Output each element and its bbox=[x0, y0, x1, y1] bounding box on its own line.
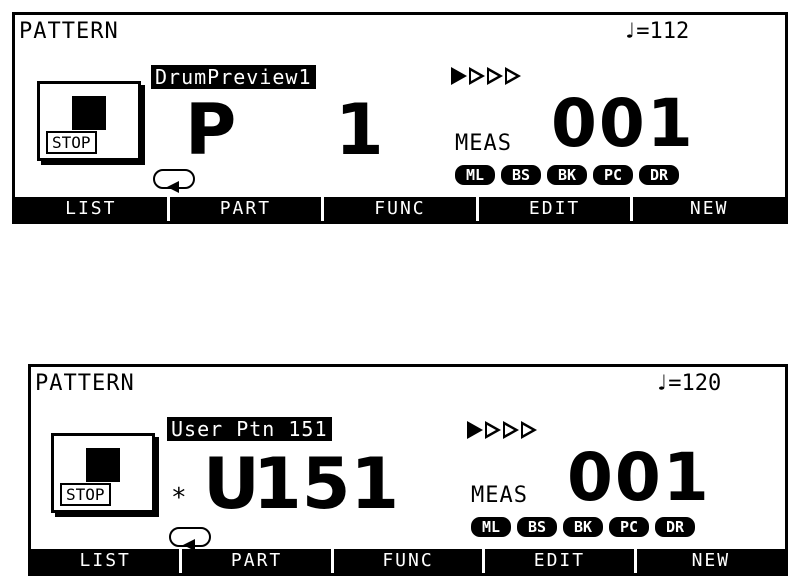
lcd-display-1: PATTERN ♩=112 STOP DrumPreview1 P 1 MEAS… bbox=[12, 12, 788, 224]
part-ml[interactable]: ML bbox=[455, 165, 495, 185]
beat-current-icon bbox=[451, 67, 467, 85]
stop-label: STOP bbox=[60, 483, 111, 506]
beat-off-icon bbox=[521, 421, 537, 439]
meas-value: 001 bbox=[567, 439, 711, 516]
beat-indicator bbox=[451, 67, 521, 85]
part-bs[interactable]: BS bbox=[501, 165, 541, 185]
meas-label: MEAS bbox=[471, 483, 528, 508]
part-indicators: ML BS BK PC DR bbox=[455, 165, 679, 185]
pattern-bank: P bbox=[185, 89, 237, 171]
pattern-name[interactable]: DrumPreview1 bbox=[151, 65, 316, 89]
part-bk[interactable]: BK bbox=[563, 517, 603, 537]
fkey-new[interactable]: NEW bbox=[633, 549, 786, 573]
stop-icon bbox=[86, 448, 120, 482]
part-dr[interactable]: DR bbox=[655, 517, 695, 537]
fkey-func[interactable]: FUNC bbox=[321, 197, 476, 221]
modified-flag: * bbox=[171, 483, 187, 513]
beat-off-icon bbox=[505, 67, 521, 85]
fkey-new[interactable]: NEW bbox=[630, 197, 785, 221]
part-pc[interactable]: PC bbox=[609, 517, 649, 537]
mode-title: PATTERN bbox=[35, 371, 135, 396]
part-pc[interactable]: PC bbox=[593, 165, 633, 185]
beat-off-icon bbox=[485, 421, 501, 439]
fkey-part[interactable]: PART bbox=[179, 549, 331, 573]
stop-button[interactable]: STOP bbox=[37, 81, 141, 161]
fkey-func[interactable]: FUNC bbox=[330, 549, 483, 573]
fkey-edit[interactable]: EDIT bbox=[475, 197, 631, 221]
beat-off-icon bbox=[469, 67, 485, 85]
part-dr[interactable]: DR bbox=[639, 165, 679, 185]
tempo-readout: ♩=120 bbox=[655, 371, 722, 396]
pattern-number: 151 bbox=[253, 443, 400, 525]
pattern-name[interactable]: User Ptn 151 bbox=[167, 417, 332, 441]
beat-current-icon bbox=[467, 421, 483, 439]
function-key-bar: LIST PART FUNC EDIT NEW bbox=[31, 549, 786, 573]
mode-title: PATTERN bbox=[19, 19, 119, 44]
fkey-list[interactable]: LIST bbox=[31, 549, 180, 573]
beat-off-icon bbox=[487, 67, 503, 85]
tempo-readout: ♩=112 bbox=[623, 19, 690, 44]
fkey-part[interactable]: PART bbox=[166, 197, 322, 221]
part-indicators: ML BS BK PC DR bbox=[471, 517, 695, 537]
lcd-display-2: PATTERN ♩=120 STOP User Ptn 151 * U 151 … bbox=[28, 364, 788, 576]
beat-off-icon bbox=[503, 421, 519, 439]
part-bs[interactable]: BS bbox=[517, 517, 557, 537]
stop-label: STOP bbox=[46, 131, 97, 154]
pattern-bank: U bbox=[203, 443, 260, 525]
loop-icon bbox=[153, 169, 195, 193]
pattern-number: 1 bbox=[335, 89, 384, 171]
function-key-bar: LIST PART FUNC EDIT NEW bbox=[15, 197, 785, 221]
part-ml[interactable]: ML bbox=[471, 517, 511, 537]
beat-indicator bbox=[467, 421, 537, 439]
loop-icon bbox=[169, 527, 211, 551]
fkey-list[interactable]: LIST bbox=[15, 197, 167, 221]
stop-icon bbox=[72, 96, 106, 130]
fkey-edit[interactable]: EDIT bbox=[482, 549, 634, 573]
meas-value: 001 bbox=[551, 85, 695, 162]
stop-button[interactable]: STOP bbox=[51, 433, 155, 513]
part-bk[interactable]: BK bbox=[547, 165, 587, 185]
meas-label: MEAS bbox=[455, 131, 512, 156]
